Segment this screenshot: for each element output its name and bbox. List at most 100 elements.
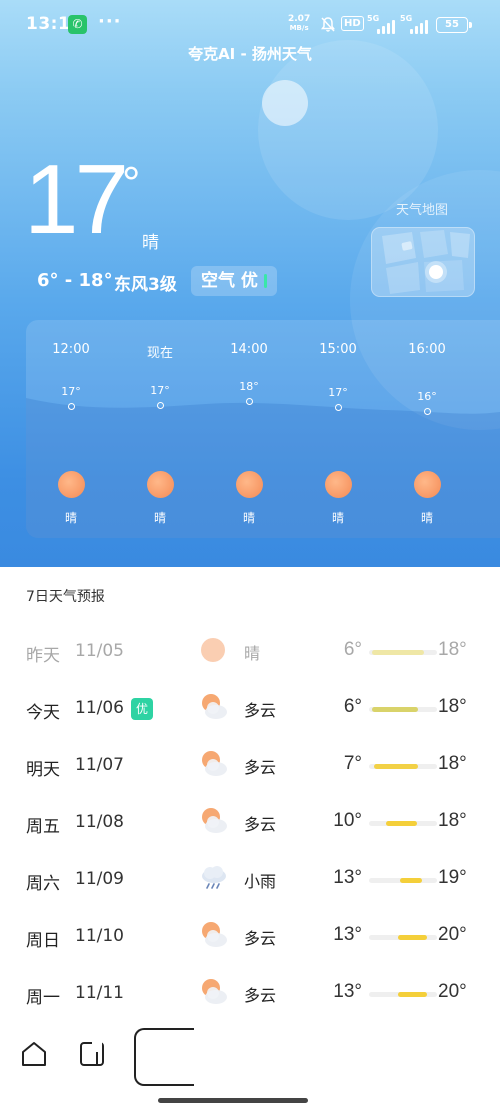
partly-cloudy-icon bbox=[202, 694, 227, 719]
temperature-point bbox=[157, 402, 164, 409]
temperature-range-fill bbox=[374, 764, 418, 769]
temperature-point bbox=[335, 404, 342, 411]
temperature-point bbox=[246, 398, 253, 405]
temperature-point bbox=[68, 403, 75, 410]
low-temperature: 13° bbox=[333, 867, 362, 888]
temperature-range-fill bbox=[398, 935, 427, 940]
partly-cloudy-icon bbox=[202, 751, 227, 776]
hd-voice-icon: HD bbox=[341, 16, 364, 31]
hourly-time: 16:00 bbox=[408, 342, 446, 357]
hourly-time: 14:00 bbox=[230, 342, 268, 357]
temperature-point bbox=[424, 408, 431, 415]
temperature-range-fill bbox=[372, 707, 418, 712]
signal-icon: 5G bbox=[400, 14, 432, 34]
hourly-temperature: 17° bbox=[150, 384, 170, 397]
low-temperature: 6° bbox=[343, 639, 362, 660]
hourly-time: 现在 bbox=[146, 346, 173, 361]
day-date: 11/10 bbox=[75, 926, 124, 946]
air-quality-badge[interactable]: 空气 优 bbox=[191, 266, 277, 296]
air-quality-indicator bbox=[263, 274, 267, 288]
air-quality-label: 空气 优 bbox=[201, 271, 258, 291]
low-temperature: 13° bbox=[333, 981, 362, 1002]
home-indicator[interactable] bbox=[158, 1098, 308, 1103]
day-condition: 多云 bbox=[244, 758, 277, 777]
day-date: 11/05 bbox=[75, 641, 124, 661]
low-temperature: 7° bbox=[343, 753, 362, 774]
temperature-range-fill bbox=[386, 821, 417, 826]
wind-info: 东风3级 bbox=[114, 275, 177, 295]
temperature-range-bar bbox=[369, 821, 437, 826]
current-temperature: 17 bbox=[24, 144, 129, 254]
sun-decoration bbox=[262, 80, 308, 126]
network-speed: 2.07 MB/s bbox=[288, 15, 310, 33]
hourly-condition: 晴 bbox=[64, 511, 77, 525]
hourly-item: 12:00 17° 晴 bbox=[31, 320, 111, 538]
forecast-day-row[interactable]: 周六 11/09 小雨 13° 19° bbox=[0, 859, 500, 915]
day-date: 11/11 bbox=[75, 983, 124, 1003]
day-name: 明天 bbox=[26, 760, 60, 780]
day-date: 11/08 bbox=[75, 812, 124, 832]
temperature-range-bar bbox=[369, 650, 437, 655]
day-name: 周六 bbox=[26, 874, 60, 894]
forecast-day-row[interactable]: 明天 11/07 多云 7° 18° bbox=[0, 745, 500, 801]
temperature-range-bar bbox=[369, 764, 437, 769]
high-temperature: 20° bbox=[438, 924, 467, 945]
temperature-range-fill bbox=[400, 878, 422, 883]
low-temperature: 10° bbox=[333, 810, 362, 831]
weather-hero: 13:16 ✆ ··· 2.07 MB/s HD 5G 5G 55 夸克AI -… bbox=[0, 0, 500, 570]
day-name: 周五 bbox=[26, 817, 60, 837]
temperature-range-bar bbox=[369, 878, 437, 883]
temperature-range-fill bbox=[398, 992, 427, 997]
sun-icon bbox=[414, 471, 441, 498]
tabs-icon[interactable] bbox=[78, 1040, 106, 1068]
home-icon[interactable] bbox=[20, 1040, 48, 1068]
hourly-temperature: 17° bbox=[328, 386, 348, 399]
high-temperature: 19° bbox=[438, 867, 467, 888]
temperature-range-bar bbox=[369, 992, 437, 997]
more-notifications-icon: ··· bbox=[98, 11, 122, 32]
hourly-condition: 晴 bbox=[153, 511, 166, 525]
temperature-range-bar bbox=[369, 707, 437, 712]
hourly-condition: 晴 bbox=[242, 511, 255, 525]
map-icon bbox=[382, 230, 470, 294]
day-condition: 多云 bbox=[244, 929, 277, 948]
hourly-item: 16:00 16° 晴 bbox=[387, 320, 467, 538]
day-condition: 小雨 bbox=[244, 872, 277, 891]
day-name: 周日 bbox=[26, 931, 60, 951]
sun-icon bbox=[58, 471, 85, 498]
day-name: 今天 bbox=[26, 703, 60, 723]
hourly-item: 14:00 18° 晴 bbox=[209, 320, 289, 538]
forecast-day-row[interactable]: 昨天 11/05 晴 6° 18° bbox=[0, 631, 500, 687]
recents-icon[interactable] bbox=[134, 1028, 194, 1086]
forecast-day-row[interactable]: 周日 11/10 多云 13° 20° bbox=[0, 916, 500, 972]
day-condition: 多云 bbox=[244, 986, 277, 1005]
high-temperature: 18° bbox=[438, 639, 467, 660]
forecast-title: 7日天气预报 bbox=[26, 589, 105, 605]
page-title: 夸克AI - 扬州天气 bbox=[188, 45, 312, 63]
day-date: 11/09 bbox=[75, 869, 124, 889]
degree-symbol: ° bbox=[122, 157, 141, 209]
forecast-day-row[interactable]: 今天 11/06 优 多云 6° 18° bbox=[0, 688, 500, 744]
rain-icon bbox=[202, 866, 226, 889]
day-date: 11/07 bbox=[75, 755, 124, 775]
sun-icon bbox=[236, 471, 263, 498]
partly-cloudy-icon bbox=[202, 922, 227, 947]
phone-call-icon: ✆ bbox=[68, 15, 87, 34]
hourly-item: 15:00 17° 晴 bbox=[298, 320, 378, 538]
forecast-day-row[interactable]: 周五 11/08 多云 10° 18° bbox=[0, 802, 500, 858]
network-speed-unit: MB/s bbox=[289, 24, 309, 32]
day-condition: 多云 bbox=[244, 815, 277, 834]
low-temperature: 13° bbox=[333, 924, 362, 945]
partly-cloudy-icon bbox=[202, 808, 227, 833]
hourly-time: 12:00 bbox=[52, 342, 90, 357]
day-date: 11/06 bbox=[75, 698, 124, 718]
weather-map-thumbnail[interactable] bbox=[371, 227, 475, 297]
hourly-time: 15:00 bbox=[319, 342, 357, 357]
hourly-forecast-card[interactable]: 12:00 17° 晴现在 17° 晴 14:00 18° 晴 15:00 17° 晴 16:00 16… bbox=[26, 320, 500, 538]
current-condition: 晴 bbox=[142, 233, 159, 253]
today-temperature-range: 6° - 18° bbox=[37, 270, 113, 291]
sun-icon bbox=[147, 471, 174, 498]
hourly-temperature: 16° bbox=[417, 390, 437, 403]
sun-icon bbox=[201, 638, 225, 662]
battery-icon: 55 bbox=[436, 17, 472, 33]
